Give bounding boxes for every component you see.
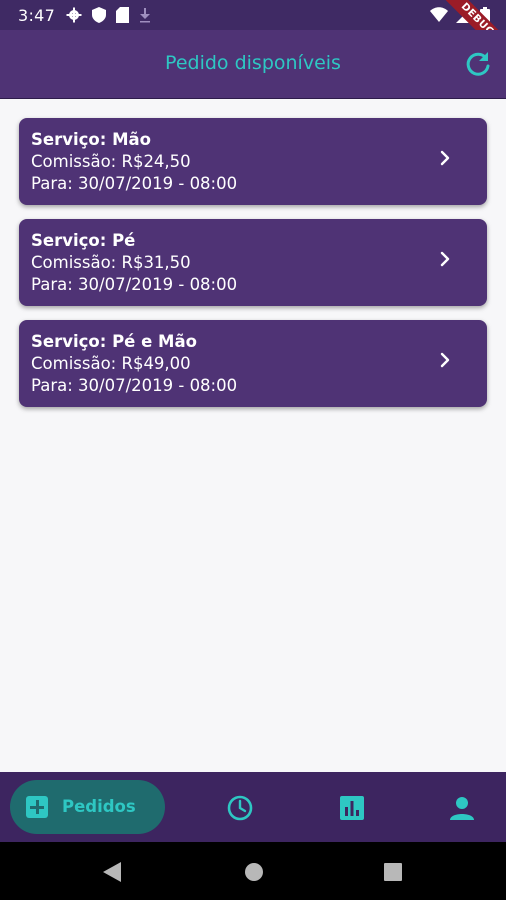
refresh-icon[interactable] xyxy=(464,50,492,78)
order-card[interactable]: Serviço: Pé Comissão: R$31,50 Para: 30/0… xyxy=(19,219,487,306)
nav-item-pedidos[interactable]: Pedidos xyxy=(10,780,165,834)
download-icon xyxy=(140,8,150,23)
wifi-icon xyxy=(430,7,448,22)
order-commission: Comissão: R$49,00 xyxy=(31,354,191,373)
order-service: Serviço: Mão xyxy=(31,130,151,149)
chevron-right-icon xyxy=(440,352,450,368)
chevron-right-icon xyxy=(440,150,450,166)
status-bar: 3:47 DEBUG xyxy=(0,0,506,65)
shield-icon xyxy=(92,7,106,23)
app-bar: Pedido disponíveis xyxy=(0,30,506,99)
order-date: Para: 30/07/2019 - 08:00 xyxy=(31,376,238,395)
status-icons-left xyxy=(66,7,151,23)
page-title: Pedido disponíveis xyxy=(165,52,341,74)
bottom-nav: Pedidos xyxy=(0,772,506,842)
order-date: Para: 30/07/2019 - 08:00 xyxy=(31,275,238,294)
status-time: 3:47 xyxy=(18,6,56,25)
order-date: Para: 30/07/2019 - 08:00 xyxy=(31,174,238,193)
nav-label-pedidos: Pedidos xyxy=(62,797,136,816)
home-icon[interactable] xyxy=(244,862,264,882)
recents-icon[interactable] xyxy=(384,863,402,881)
sim-card-icon xyxy=(116,7,129,23)
order-card[interactable]: Serviço: Mão Comissão: R$24,50 Para: 30/… xyxy=(19,118,487,205)
order-service: Serviço: Pé xyxy=(31,231,136,250)
back-icon[interactable] xyxy=(101,861,123,883)
orders-list: Serviço: Mão Comissão: R$24,50 Para: 30/… xyxy=(19,118,487,421)
chart-icon[interactable] xyxy=(338,794,366,822)
order-commission: Comissão: R$24,50 xyxy=(31,152,191,171)
order-commission: Comissão: R$31,50 xyxy=(31,253,191,272)
person-icon[interactable] xyxy=(448,794,476,822)
order-card[interactable]: Serviço: Pé e Mão Comissão: R$49,00 Para… xyxy=(19,320,487,407)
order-service: Serviço: Pé e Mão xyxy=(31,332,197,351)
chevron-right-icon xyxy=(440,251,450,267)
clock-icon[interactable] xyxy=(226,794,254,822)
add-icon xyxy=(26,796,48,818)
system-nav-bar xyxy=(0,842,506,900)
gear-icon xyxy=(66,7,82,23)
